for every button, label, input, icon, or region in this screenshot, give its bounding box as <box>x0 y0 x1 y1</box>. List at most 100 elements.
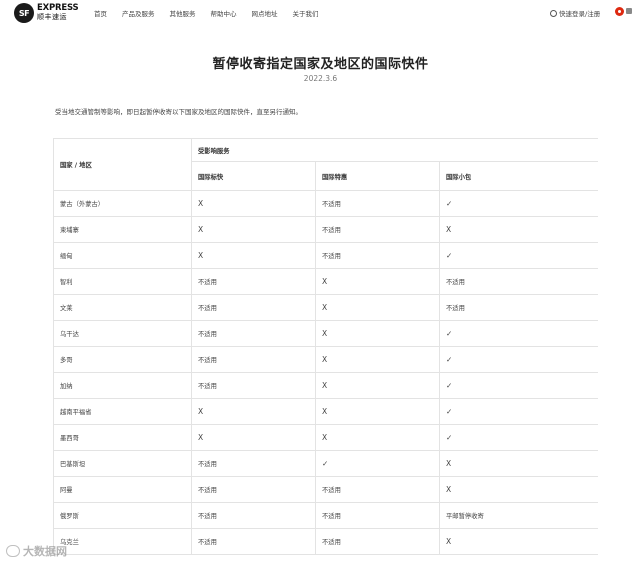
service-status-cell: X <box>191 242 316 269</box>
country-cell: 俄罗斯 <box>53 502 192 529</box>
service-status-cell: 不适用 <box>191 294 316 321</box>
nav-home[interactable]: 首页 <box>94 8 107 18</box>
header: SF EXPRESS 顺丰速运 首页 产品及服务 其他服务 帮助中心 网点地址 … <box>0 0 641 26</box>
service-status-cell: ✓ <box>439 398 598 425</box>
country-cell: 阿曼 <box>53 476 192 503</box>
service-status-cell: X <box>315 346 440 373</box>
suspension-table-wrap: 国家 / 地区 受影响服务 国际标快 国际特惠 国际小包 蒙古（外蒙古） X 不适用… <box>53 138 598 567</box>
table-row: 阿曼 不适用 不适用 X <box>53 476 598 503</box>
country-cell: 文莱 <box>53 294 192 321</box>
user-icon <box>550 9 557 17</box>
watermark: 大数据网 <box>6 543 67 559</box>
login-label: 快速登录/注册 <box>559 10 601 18</box>
service-status-cell: X <box>315 268 440 295</box>
page-title: 暂停收寄指定国家及地区的国际快件 <box>212 57 429 72</box>
service-status-cell: 不适用 <box>191 502 316 529</box>
main-nav: 首页 产品及服务 其他服务 帮助中心 网点地址 关于我们 <box>94 8 334 18</box>
sf-logo-icon: SF <box>14 3 34 23</box>
nav-outlets[interactable]: 网点地址 <box>252 8 278 18</box>
table-row: 巴基斯坦 不适用 ✓ X <box>53 450 598 477</box>
login-link[interactable]: 快速登录/注册 <box>550 8 600 18</box>
service-status-cell: 不适用 <box>191 268 316 295</box>
region-menu-icon[interactable] <box>626 8 632 14</box>
service-status-cell: ✓ <box>439 190 598 217</box>
service-header-small-parcel: 国际小包 <box>439 161 598 191</box>
country-header: 国家 / 地区 <box>53 138 192 191</box>
service-status-cell: 不适用 <box>191 346 316 373</box>
nav-products[interactable]: 产品及服务 <box>122 8 155 18</box>
country-cell: 乌克兰 <box>53 528 192 555</box>
service-status-cell: 不适用 <box>315 528 440 555</box>
notice-text: 受当地交通管制等影响，即日起暂停收寄以下国家及地区的国际快件，直至另行通知。 <box>55 108 302 116</box>
logo-en: EXPRESS <box>37 3 79 13</box>
country-cell: 墨西哥 <box>53 424 192 451</box>
service-status-cell: X <box>439 450 598 477</box>
service-status-cell: 不适用 <box>191 528 316 555</box>
service-status-cell: X <box>315 424 440 451</box>
watermark-text: 大数据网 <box>23 545 67 558</box>
table-row: 墨西哥 X X ✓ <box>53 424 598 451</box>
service-status-cell: 不适用 <box>315 476 440 503</box>
country-cell: 加纳 <box>53 372 192 399</box>
country-cell: 蒙古（外蒙古） <box>53 190 192 217</box>
publish-date: 2022.3.6 <box>303 74 338 83</box>
hong-kong-flag-icon[interactable] <box>615 7 624 16</box>
service-header-standard: 国际标快 <box>191 161 316 191</box>
nav-other-services[interactable]: 其他服务 <box>170 8 196 18</box>
table-row: 多哥 不适用 X ✓ <box>53 346 598 373</box>
table-row: 缅甸 X 不适用 ✓ <box>53 242 598 269</box>
service-status-cell: X <box>315 294 440 321</box>
country-cell: 柬埔寨 <box>53 216 192 243</box>
table-row: 加纳 不适用 X ✓ <box>53 372 598 399</box>
service-status-cell: 平邮暂停收寄 <box>439 502 598 529</box>
logo-cn: 顺丰速运 <box>37 13 67 21</box>
service-status-cell: 不适用 <box>315 216 440 243</box>
watermark-icon <box>6 545 20 557</box>
service-status-cell: X <box>439 528 598 555</box>
service-status-cell: ✓ <box>439 242 598 269</box>
country-cell: 智利 <box>53 268 192 295</box>
service-status-cell: X <box>315 398 440 425</box>
table-row: 蒙古（外蒙古） X 不适用 ✓ <box>53 190 598 217</box>
nav-help[interactable]: 帮助中心 <box>211 8 237 18</box>
logo-text: EXPRESS 顺丰速运 <box>37 3 79 22</box>
table-row: 乌克兰 不适用 不适用 X <box>53 528 598 555</box>
service-status-cell: 不适用 <box>191 476 316 503</box>
service-status-cell: ✓ <box>439 346 598 373</box>
service-status-cell: ✓ <box>315 450 440 477</box>
service-status-cell: ✓ <box>439 320 598 347</box>
service-status-cell: X <box>315 372 440 399</box>
suspension-table: 国家 / 地区 受影响服务 国际标快 国际特惠 国际小包 蒙古（外蒙古） X 不适用… <box>53 138 598 555</box>
service-status-cell: X <box>191 398 316 425</box>
table-row: 柬埔寨 X 不适用 X <box>53 216 598 243</box>
table-row: 智利 不适用 X 不适用 <box>53 268 598 295</box>
service-status-cell: X <box>439 476 598 503</box>
sf-express-logo[interactable]: SF EXPRESS 顺丰速运 <box>14 2 92 24</box>
table-row: 乌干达 不适用 X ✓ <box>53 320 598 347</box>
country-cell: 多哥 <box>53 346 192 373</box>
table-row: 文莱 不适用 X 不适用 <box>53 294 598 321</box>
service-status-cell: 不适用 <box>191 450 316 477</box>
country-cell: 缅甸 <box>53 242 192 269</box>
service-header-economy: 国际特惠 <box>315 161 440 191</box>
affected-services-header: 受影响服务 <box>191 138 598 163</box>
service-status-cell: 不适用 <box>191 372 316 399</box>
table-row: 俄罗斯 不适用 不适用 平邮暂停收寄 <box>53 502 598 529</box>
nav-about[interactable]: 关于我们 <box>293 8 319 18</box>
service-status-cell: ✓ <box>439 424 598 451</box>
service-status-cell: X <box>191 216 316 243</box>
service-status-cell: X <box>191 190 316 217</box>
service-status-cell: 不适用 <box>439 294 598 321</box>
page: SF EXPRESS 顺丰速运 首页 产品及服务 其他服务 帮助中心 网点地址 … <box>0 0 641 567</box>
service-status-cell: 不适用 <box>315 502 440 529</box>
table-body: 蒙古（外蒙古） X 不适用 ✓ 柬埔寨 X 不适用 X 缅甸 X 不适用 ✓ 智利 不适用 X 不适用 文莱 不适… <box>53 190 598 555</box>
service-status-cell: 不适用 <box>439 268 598 295</box>
service-status-cell: 不适用 <box>315 190 440 217</box>
country-cell: 越南平福省 <box>53 398 192 425</box>
table-row: 越南平福省 X X ✓ <box>53 398 598 425</box>
service-status-cell: X <box>191 424 316 451</box>
service-status-cell: 不适用 <box>191 320 316 347</box>
service-status-cell: 不适用 <box>315 242 440 269</box>
service-status-cell: X <box>439 216 598 243</box>
country-cell: 巴基斯坦 <box>53 450 192 477</box>
